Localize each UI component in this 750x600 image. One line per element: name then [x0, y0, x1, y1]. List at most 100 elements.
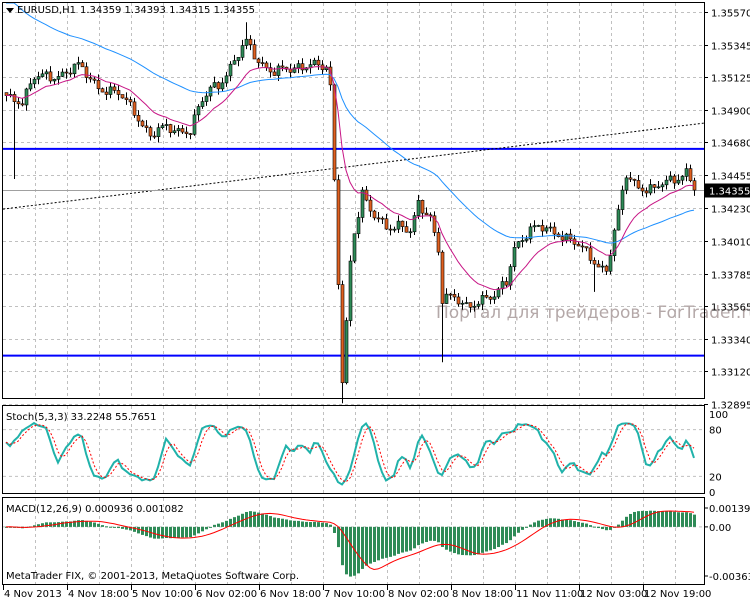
macd-bar — [397, 526, 400, 554]
bear-candle — [216, 82, 221, 90]
macd-bar — [533, 522, 536, 527]
bear-candle — [96, 79, 101, 89]
macd-bar — [601, 526, 604, 530]
price-label: 1.33785 — [711, 271, 750, 282]
macd-bar — [157, 526, 160, 539]
macd-bar — [489, 526, 492, 551]
macd-bar — [677, 512, 680, 527]
macd-title: MACD(12,26,9) 0.000936 0.001082 — [6, 504, 184, 515]
macd-bar — [593, 526, 596, 528]
macd-bar — [293, 520, 296, 527]
bull-candle — [176, 128, 181, 132]
macd-bar — [621, 520, 624, 527]
macd-bar — [693, 514, 696, 527]
macd-bar — [249, 511, 252, 527]
bear-candle — [372, 210, 377, 219]
time-label: 4 Nov 2013 — [4, 589, 62, 600]
bull-candle — [312, 59, 317, 65]
bear-candle — [632, 178, 637, 181]
slow-moving-average-line — [6, 2, 695, 244]
macd-bar — [409, 526, 412, 551]
macd-bar — [645, 511, 648, 527]
bull-candle — [656, 186, 661, 189]
bull-candle — [648, 184, 653, 194]
bear-candle — [628, 177, 633, 180]
macd-bar — [537, 520, 540, 527]
macd-bar — [513, 526, 516, 537]
bull-candle — [348, 260, 353, 321]
bull-candle — [76, 62, 81, 65]
bear-candle — [540, 225, 545, 232]
bull-candle — [548, 226, 553, 229]
bull-candle — [52, 78, 57, 82]
macd-bar — [301, 521, 304, 527]
bear-candle — [364, 189, 369, 201]
bull-candle — [212, 82, 217, 88]
macd-bar — [605, 526, 608, 531]
macd-bar — [541, 519, 544, 527]
bull-candle — [480, 295, 485, 305]
macd-bar — [477, 526, 480, 555]
bull-candle — [520, 240, 525, 242]
macd-bar — [193, 526, 196, 536]
bear-candle — [592, 260, 597, 265]
bear-candle — [652, 184, 657, 188]
bull-candle — [232, 60, 237, 65]
bull-candle — [156, 127, 161, 137]
macd-bar — [221, 522, 224, 527]
macd-bar — [205, 526, 208, 530]
macd-bar — [509, 526, 512, 541]
macd-bar — [453, 526, 456, 554]
macd-bar — [357, 526, 360, 574]
bear-candle — [560, 236, 565, 241]
macd-bar — [421, 526, 424, 544]
stochastic-axis-label: 80 — [709, 426, 722, 437]
bear-candle — [424, 212, 429, 216]
macd-bar — [433, 526, 436, 541]
macd-bar — [589, 525, 592, 527]
bull-candle — [220, 82, 225, 90]
bear-candle — [140, 120, 145, 127]
macd-bar — [265, 514, 268, 527]
macd-bar — [617, 524, 620, 527]
bear-candle — [20, 103, 25, 106]
macd-bar — [109, 526, 112, 528]
macd-bar — [197, 526, 200, 534]
bull-candle — [108, 86, 113, 95]
macd-axis-label: 0.00 — [709, 523, 731, 534]
candles — [4, 22, 697, 404]
macd-bar — [101, 525, 104, 527]
bear-candle — [388, 228, 393, 231]
macd-bar — [497, 526, 500, 548]
bull-candle — [444, 293, 449, 304]
bear-candle — [152, 135, 157, 138]
bull-candle — [276, 65, 281, 76]
macd-bar — [85, 520, 88, 527]
trading-chart[interactable]: Портал для трейдеров - ForTrader.ru 1.35… — [0, 0, 750, 600]
bear-candle — [316, 59, 321, 66]
macd-bar — [597, 526, 600, 529]
bear-candle — [404, 226, 409, 233]
bear-candle — [280, 65, 285, 68]
bear-candle — [644, 190, 649, 194]
macd-bar — [521, 526, 524, 530]
collapse-arrow-icon[interactable] — [6, 8, 14, 13]
time-label: 8 Nov 02:00 — [388, 589, 449, 600]
stochastic-axis-label: 0 — [709, 488, 715, 499]
bear-candle — [596, 263, 601, 268]
macd-bar — [657, 511, 660, 527]
macd-bar — [285, 519, 288, 527]
bull-candle — [624, 177, 629, 191]
time-label: 7 Nov 10:00 — [324, 589, 385, 600]
macd-bar — [289, 520, 292, 527]
trendline — [2, 122, 705, 210]
bear-candle — [380, 217, 385, 220]
bear-candle — [124, 97, 129, 100]
macd-bar — [261, 513, 264, 527]
macd-bar — [105, 526, 108, 528]
macd-bar — [517, 526, 520, 533]
bear-candle — [504, 281, 509, 286]
time-label: 5 Nov 10:00 — [132, 589, 193, 600]
bear-candle — [588, 247, 593, 261]
bull-candle — [360, 189, 365, 218]
